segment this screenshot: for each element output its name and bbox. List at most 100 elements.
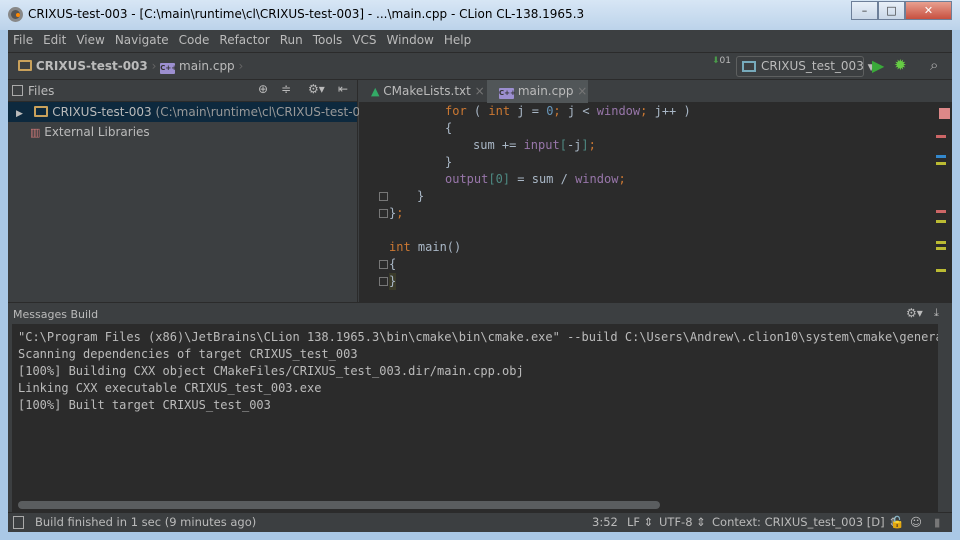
marker[interactable] (936, 135, 946, 138)
expand-arrow-icon[interactable]: ▶ (16, 109, 23, 119)
marker[interactable] (936, 210, 946, 213)
fold-icon[interactable] (379, 260, 388, 269)
tab-cmakelists[interactable]: ▲ CMakeLists.txt × (359, 80, 486, 103)
menu-vcs[interactable]: VCS (347, 30, 381, 47)
fold-icon[interactable] (379, 277, 388, 286)
cpp-file-icon: C++ (160, 63, 178, 74)
menu-edit[interactable]: Edit (38, 30, 71, 47)
menu-run[interactable]: Run (275, 30, 308, 47)
lock-icon[interactable]: 🔓 (890, 513, 904, 532)
close-button[interactable]: ✕ (905, 1, 952, 20)
hide-panel-icon[interactable]: ⤓ (934, 306, 939, 320)
app-window-icon (742, 61, 756, 72)
output-line: "C:\Program Files (x86)\JetBrains\CLion … (18, 330, 938, 344)
code-line: { (445, 121, 453, 135)
search-icon[interactable]: ⌕ (930, 56, 938, 74)
build-output[interactable]: "C:\Program Files (x86)\JetBrains\CLion … (12, 324, 938, 498)
run-button[interactable]: ▶ (872, 56, 884, 75)
encoding-label: UTF-8 (659, 515, 693, 529)
run-config-dropdown[interactable]: CRIXUS_test_003 ▼ (736, 56, 875, 77)
hide-panel-icon[interactable]: ⇤ (338, 82, 348, 96)
tree-item-external-libraries[interactable]: ▥ External Libraries (8, 122, 357, 142)
fold-icon[interactable] (379, 209, 388, 218)
code-line: { (389, 257, 397, 271)
context-selector[interactable]: Context: CRIXUS_test_003 [D] ⇕ (712, 513, 898, 532)
panel-icon (12, 85, 23, 96)
locate-icon[interactable]: ⊕ (258, 82, 268, 96)
panel-title[interactable]: Files (28, 84, 54, 98)
collapse-icon[interactable]: ≑ (281, 82, 291, 96)
code-line: } (389, 273, 397, 290)
folder-icon (34, 106, 49, 117)
close-tab-icon[interactable]: × (577, 84, 587, 98)
menu-window[interactable]: Window (382, 30, 439, 47)
code-area[interactable]: for ( int j = 0; j < window; j++ ) { sum… (359, 103, 952, 302)
debug-button[interactable]: ✹ (894, 56, 907, 74)
output-line: Linking CXX executable CRIXUS_test_003.e… (18, 381, 322, 395)
status-message: Build finished in 1 sec (9 minutes ago) (35, 515, 257, 529)
event-log-icon[interactable]: ▮ (934, 513, 940, 532)
error-stripe[interactable] (937, 103, 952, 302)
editor: ▲ CMakeLists.txt × C++ main.cpp × for ( … (359, 80, 952, 302)
code-line: }; (389, 206, 404, 220)
menu-navigate[interactable]: Navigate (110, 30, 174, 47)
project-panel-header: Files ⊕ ≑ ⚙▾ ⇤ (8, 80, 357, 102)
fold-icon[interactable] (379, 192, 388, 201)
tab-label: main.cpp (517, 84, 574, 98)
output-line: [100%] Built target CRIXUS_test_003 (18, 398, 271, 412)
gear-icon[interactable]: ⚙▾ (906, 306, 923, 320)
status-bar: Build finished in 1 sec (9 minutes ago) … (8, 512, 952, 532)
horizontal-scrollbar[interactable] (12, 498, 938, 512)
caret-position[interactable]: 3:52 (592, 513, 618, 532)
cmake-icon: ▲ (371, 85, 380, 98)
encoding[interactable]: UTF-8 ⇕ (659, 513, 706, 532)
error-indicator[interactable] (939, 108, 950, 119)
panel-toggle-icon[interactable] (13, 516, 24, 529)
context-label: Context: CRIXUS_test_003 [D] (712, 515, 885, 529)
menu-bar: File Edit View Navigate Code Refactor Run Tools… (8, 30, 952, 52)
build-icon[interactable]: ⬇01 (712, 57, 731, 66)
maximize-button[interactable]: □ (878, 1, 905, 20)
output-line: [100%] Building CXX object CMakeFiles/CR… (18, 364, 524, 378)
inspector-icon[interactable]: ☺ (910, 513, 922, 532)
code-line: for ( int j = 0; j < window; j++ ) (445, 104, 691, 118)
title-bar: CRIXUS-test-003 - [C:\main\runtime\cl\CR… (0, 0, 960, 30)
line-separator[interactable]: LF ⇕ (627, 513, 653, 532)
code-line: } (417, 189, 425, 203)
cpp-file-icon: C++ (499, 88, 516, 99)
menu-file[interactable]: File (8, 30, 38, 47)
marker[interactable] (936, 269, 946, 272)
menu-tools[interactable]: Tools (308, 30, 348, 47)
tree-item-project[interactable]: ▶ CRIXUS-test-003 (C:\main\runtime\cl\CR… (8, 102, 380, 122)
navigation-bar: CRIXUS-test-003 › C++ main.cpp › ⬇01 CRI… (8, 52, 952, 80)
menu-refactor[interactable]: Refactor (214, 30, 274, 47)
tree-item-path: (C:\main\runtime\cl\CRIXUS-test-003) (155, 105, 381, 119)
marker[interactable] (936, 162, 946, 165)
tab-label: CMakeLists.txt (383, 84, 471, 98)
messages-header: Messages Build ⚙▾ ⤓ (8, 302, 952, 324)
breadcrumb-file[interactable]: main.cpp (179, 59, 235, 73)
marker[interactable] (936, 241, 946, 244)
tab-main-cpp[interactable]: C++ main.cpp × (487, 80, 588, 103)
clion-app-icon (8, 7, 23, 22)
code-line: int main() (389, 240, 462, 254)
menu-help[interactable]: Help (439, 30, 476, 47)
gear-icon[interactable]: ⚙▾ (308, 82, 325, 96)
marker[interactable] (936, 220, 946, 223)
code-line: output[0] = sum / window; (445, 172, 626, 186)
menu-code[interactable]: Code (174, 30, 215, 47)
close-tab-icon[interactable]: × (475, 84, 485, 98)
breadcrumb: CRIXUS-test-003 › C++ main.cpp › (18, 59, 243, 74)
scrollbar-thumb[interactable] (18, 501, 660, 509)
minimize-button[interactable]: – (851, 1, 878, 20)
marker[interactable] (936, 247, 946, 250)
project-panel: Files ⊕ ≑ ⚙▾ ⇤ ▶ CRIXUS-test-003 (C:\mai… (8, 80, 380, 302)
menu-view[interactable]: View (71, 30, 109, 47)
marker[interactable] (936, 155, 946, 158)
breadcrumb-project[interactable]: CRIXUS-test-003 (36, 59, 148, 73)
editor-tabs: ▲ CMakeLists.txt × C++ main.cpp × (359, 80, 952, 103)
tree-item-label: CRIXUS-test-003 (52, 105, 152, 119)
ide-window: File Edit View Navigate Code Refactor Run Tools… (8, 30, 952, 532)
output-line: Scanning dependencies of target CRIXUS_t… (18, 347, 358, 361)
library-icon: ▥ (30, 126, 41, 139)
